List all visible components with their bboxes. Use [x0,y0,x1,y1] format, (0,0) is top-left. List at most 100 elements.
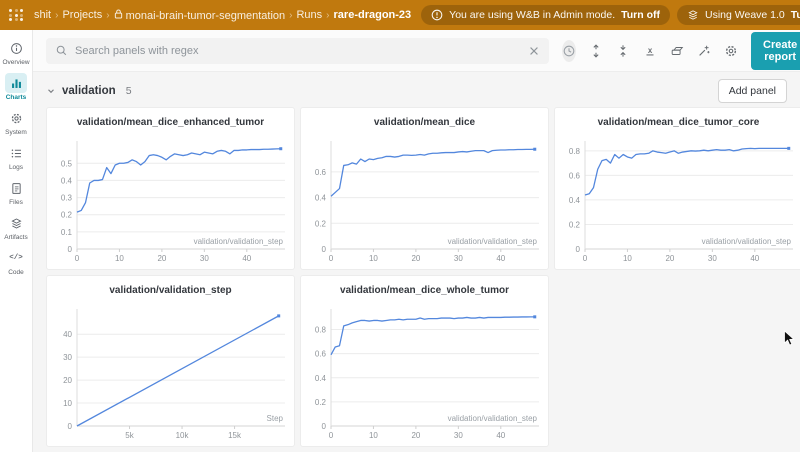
breadcrumb-separator: › [326,10,329,21]
chevron-down-icon[interactable] [46,86,56,96]
svg-text:0: 0 [322,245,327,254]
line-chart: 00.10.20.30.40.5010203040validation/vali… [47,135,294,269]
svg-text:30: 30 [454,254,463,263]
chart-panel-mean-dice-tumor-core[interactable]: validation/mean_dice_tumor_core 00.20.40… [554,107,800,270]
code-icon: </> [5,248,27,268]
section-title[interactable]: validation [62,85,116,97]
breadcrumb-project[interactable]: monai-brain-tumor-segmentation [114,9,286,22]
sidebar-item-files[interactable]: Files [0,178,32,206]
svg-text:0.4: 0.4 [315,374,327,383]
svg-text:0.4: 0.4 [569,196,581,205]
chart-panel-validation-step[interactable]: validation/validation_step 0 10 20 30 40 5k 10… [46,275,295,447]
line-chart: 00.20.40.60.8010203040validation/validat… [301,303,548,446]
line-chart: 00.20.40.60.8010203040validation/validat… [555,135,800,269]
workspace-settings-gear-icon[interactable] [724,40,738,62]
svg-text:0.8: 0.8 [569,147,581,156]
breadcrumb-projects[interactable]: Projects [62,9,102,21]
chart-panel-mean-dice-whole-tumor[interactable]: validation/mean_dice_whole_tumor 0 0.2 0.4… [300,275,549,447]
weave-banner-text: Using Weave 1.0 [705,9,785,21]
collapse-sections-icon[interactable] [616,40,630,62]
sidebar-item-system[interactable]: System [0,108,32,136]
section-panel-count: 5 [126,85,132,97]
sidebar-item-code[interactable]: </> Code [0,248,32,276]
svg-text:0: 0 [329,254,334,263]
svg-text:20: 20 [63,376,72,385]
section-header-validation: validation 5 Add panel [46,79,800,103]
svg-text:10: 10 [63,399,72,408]
chart-title: validation/validation_step [47,276,294,303]
svg-text:0: 0 [576,245,581,254]
admin-mode-banner[interactable]: You are using W&B in Admin mode. Turn of… [421,5,670,25]
chart-panel-mean-dice-enhanced-tumor[interactable]: validation/mean_dice_enhanced_tumor 00.1… [46,107,295,270]
svg-text:0: 0 [68,422,73,431]
sidebar-item-overview[interactable]: Overview [0,38,32,66]
svg-text:0: 0 [583,254,588,263]
breadcrumb-separator: › [55,10,58,21]
weave-banner[interactable]: Using Weave 1.0 Turn off [677,5,800,25]
alert-circle-icon [431,9,443,21]
x-axis-settings-icon[interactable]: x [643,40,657,62]
svg-text:0.5: 0.5 [61,159,73,168]
chart-title: validation/mean_dice_enhanced_tumor [47,108,294,135]
chart-panel-mean-dice[interactable]: validation/mean_dice 00.20.40.6010203040… [300,107,549,270]
line-chart: 0102030405k10k15kStep [47,303,294,446]
list-icon [5,143,27,163]
history-clock-icon[interactable] [562,40,576,62]
breadcrumb-run-name[interactable]: rare-dragon-23 [334,9,412,21]
panel-layout-icon[interactable] [670,40,684,62]
sidebar-item-logs[interactable]: Logs [0,143,32,171]
svg-text:30: 30 [200,254,209,263]
layers-stack-icon [5,213,27,233]
layers-icon [687,9,699,21]
gear-icon [5,108,27,128]
svg-text:0.6: 0.6 [569,171,581,180]
svg-text:10k: 10k [176,431,190,440]
bar-chart-icon [5,73,27,93]
panel-search[interactable] [46,38,549,64]
svg-text:0.8: 0.8 [315,326,327,335]
svg-text:0.2: 0.2 [61,211,73,220]
breadcrumb-user[interactable]: shit [34,9,51,21]
svg-text:5k: 5k [125,431,134,440]
sidebar-item-charts[interactable]: Charts [0,73,32,101]
breadcrumb-separator: › [106,10,109,21]
svg-text:30: 30 [708,254,717,263]
svg-text:40: 40 [496,431,505,440]
svg-text:10: 10 [369,254,378,263]
panels-workspace: validation 5 Add panel validation/mean_d… [33,72,800,452]
wandb-logo[interactable] [9,9,24,21]
svg-text:10: 10 [623,254,632,263]
svg-text:0.2: 0.2 [315,398,327,407]
svg-text:20: 20 [411,254,420,263]
top-bar: shit › Projects › monai-brain-tumor-segm… [0,0,800,30]
create-report-button[interactable]: Create report [751,32,800,70]
quick-add-sparkle-icon[interactable] [697,40,711,62]
chart-title: validation/mean_dice_whole_tumor [301,276,548,303]
panels-toolbar: x Create report [33,30,800,72]
svg-text:40: 40 [750,254,759,263]
admin-turn-off-button[interactable]: Turn off [621,9,660,21]
svg-text:validation/validation_step: validation/validation_step [448,414,538,423]
svg-text:0: 0 [68,245,73,254]
svg-text:40: 40 [63,330,72,339]
run-sidebar: Overview Charts System Logs Files [0,30,33,452]
breadcrumb-runs[interactable]: Runs [296,9,322,21]
weave-turn-off-button[interactable]: Turn off [791,9,800,21]
lock-icon [114,9,123,19]
svg-text:validation/validation_step: validation/validation_step [194,237,284,246]
svg-text:0: 0 [75,254,80,263]
add-panel-button[interactable]: Add panel [718,79,787,103]
svg-text:30: 30 [63,353,72,362]
expand-sections-icon[interactable] [589,40,603,62]
sidebar-item-artifacts[interactable]: Artifacts [0,213,32,241]
svg-text:40: 40 [496,254,505,263]
svg-text:Step: Step [267,414,284,423]
svg-text:40: 40 [242,254,251,263]
search-input[interactable] [75,45,521,57]
admin-banner-text: You are using W&B in Admin mode. [449,9,615,21]
info-icon [5,38,27,58]
svg-text:0: 0 [329,431,334,440]
clear-search-icon[interactable] [528,45,540,57]
svg-text:x: x [648,45,653,54]
document-icon [5,178,27,198]
